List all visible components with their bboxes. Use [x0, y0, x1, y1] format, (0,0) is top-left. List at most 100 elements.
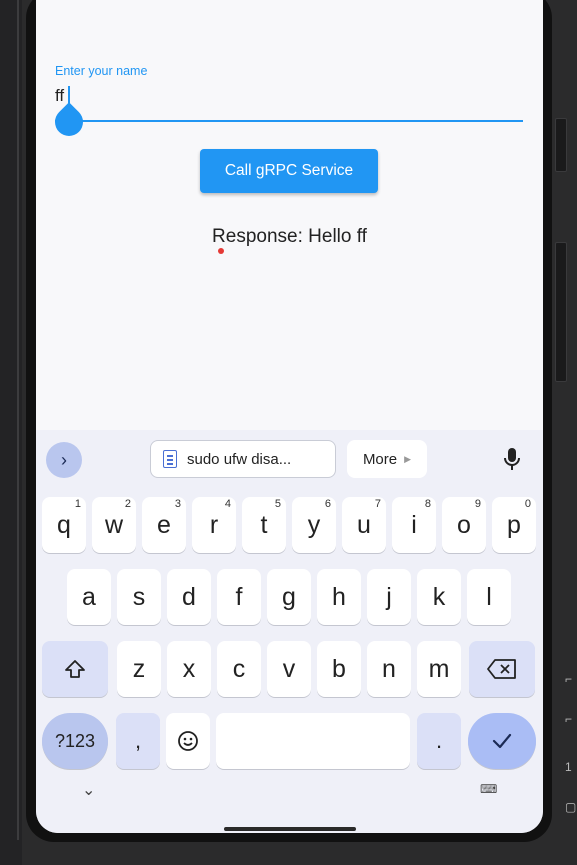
- key-label: q: [57, 510, 71, 539]
- space-key[interactable]: [216, 713, 410, 769]
- key-d[interactable]: d: [167, 569, 211, 625]
- check-icon: [492, 733, 512, 749]
- key-label: l: [486, 582, 492, 611]
- key-label: h: [332, 582, 346, 611]
- key-z[interactable]: z: [117, 641, 161, 697]
- chevron-right-icon[interactable]: ›: [46, 442, 82, 478]
- toolbar-icon[interactable]: ⌐: [565, 712, 577, 726]
- shift-icon: [65, 660, 85, 678]
- key-label: c: [232, 654, 246, 683]
- more-chip[interactable]: More ▶: [347, 440, 427, 478]
- key-label: b: [332, 654, 346, 683]
- key-e[interactable]: e3: [142, 497, 186, 553]
- call-grpc-button[interactable]: Call gRPC Service: [200, 149, 378, 193]
- key-label: a: [82, 582, 96, 611]
- key-label: z: [132, 654, 146, 683]
- name-input-underline: [55, 120, 523, 122]
- touch-indicator: [218, 248, 224, 254]
- key-label: g: [282, 582, 296, 611]
- mic-icon[interactable]: [500, 446, 524, 474]
- key-label: w: [104, 510, 124, 539]
- home-indicator[interactable]: [224, 827, 356, 831]
- clipboard-icon: [163, 450, 177, 468]
- key-number-hint: 4: [224, 498, 231, 510]
- backspace-icon: [487, 659, 516, 679]
- symbols-key[interactable]: ?123: [42, 713, 108, 769]
- comma-key[interactable]: ,: [116, 713, 160, 769]
- key-label: f: [235, 582, 243, 611]
- key-l[interactable]: l: [467, 569, 511, 625]
- volume-button[interactable]: [555, 118, 567, 172]
- key-label: r: [209, 510, 219, 539]
- key-number-hint: 3: [174, 498, 181, 510]
- key-w[interactable]: w2: [92, 497, 136, 553]
- more-label: More: [362, 450, 398, 468]
- chevron-right-icon: ▶: [404, 453, 412, 464]
- key-number-hint: 5: [274, 498, 281, 510]
- key-n[interactable]: n: [367, 641, 411, 697]
- key-number-hint: 6: [324, 498, 331, 510]
- shift-key[interactable]: [42, 641, 108, 697]
- clipboard-suggestion-chip[interactable]: sudo ufw disa...: [150, 440, 336, 478]
- emulator-frame-left: [0, 0, 22, 865]
- chevron-down-icon[interactable]: ⌄: [82, 780, 95, 800]
- key-label: s: [132, 582, 146, 611]
- key-o[interactable]: o9: [442, 497, 486, 553]
- key-label: e: [157, 510, 171, 539]
- emoji-icon: [178, 731, 198, 751]
- key-number-hint: 9: [474, 498, 481, 510]
- key-number-hint: 2: [124, 498, 131, 510]
- key-m[interactable]: m: [417, 641, 461, 697]
- key-label: o: [457, 510, 471, 539]
- toolbar-icon[interactable]: ▢: [565, 800, 577, 814]
- key-b[interactable]: b: [317, 641, 361, 697]
- key-r[interactable]: r4: [192, 497, 236, 553]
- toolbar-icon[interactable]: ⌐: [565, 672, 577, 686]
- key-label: i: [411, 510, 417, 539]
- soft-keyboard: › sudo ufw disa... More ▶ ?123 , . ⌄ ⌨ q…: [36, 430, 543, 833]
- response-text: Response: Hello ff: [212, 226, 367, 247]
- keyboard-icon[interactable]: ⌨: [480, 782, 498, 796]
- key-label: y: [307, 510, 321, 539]
- key-c[interactable]: c: [217, 641, 261, 697]
- key-f[interactable]: f: [217, 569, 261, 625]
- key-label: v: [282, 654, 296, 683]
- key-s[interactable]: s: [117, 569, 161, 625]
- enter-key[interactable]: [468, 713, 536, 769]
- key-number-hint: 8: [424, 498, 431, 510]
- key-h[interactable]: h: [317, 569, 361, 625]
- backspace-key[interactable]: [469, 641, 535, 697]
- key-k[interactable]: k: [417, 569, 461, 625]
- key-t[interactable]: t5: [242, 497, 286, 553]
- cursor-handle[interactable]: [49, 102, 89, 142]
- device-screen: Enter your name ff Call gRPC Service Res…: [36, 0, 543, 833]
- name-input[interactable]: ff: [55, 86, 64, 106]
- key-number-hint: 0: [524, 498, 531, 510]
- key-number-hint: 1: [74, 498, 81, 510]
- power-button[interactable]: [555, 242, 567, 382]
- key-p[interactable]: p0: [492, 497, 536, 553]
- key-a[interactable]: a: [67, 569, 111, 625]
- name-field-label: Enter your name: [55, 64, 148, 78]
- key-label: m: [428, 654, 450, 683]
- key-g[interactable]: g: [267, 569, 311, 625]
- key-label: d: [182, 582, 196, 611]
- key-label: j: [386, 582, 392, 611]
- toolbar-icon[interactable]: 1: [565, 760, 577, 774]
- key-x[interactable]: x: [167, 641, 211, 697]
- key-q[interactable]: q1: [42, 497, 86, 553]
- key-label: x: [182, 654, 196, 683]
- key-label: n: [382, 654, 396, 683]
- key-y[interactable]: y6: [292, 497, 336, 553]
- key-number-hint: 7: [374, 498, 381, 510]
- clipboard-suggestion-text: sudo ufw disa...: [187, 450, 292, 468]
- key-label: t: [260, 510, 268, 539]
- key-v[interactable]: v: [267, 641, 311, 697]
- emoji-key[interactable]: [166, 713, 210, 769]
- period-key[interactable]: .: [417, 713, 461, 769]
- key-j[interactable]: j: [367, 569, 411, 625]
- key-u[interactable]: u7: [342, 497, 386, 553]
- key-label: p: [507, 510, 521, 539]
- key-label: u: [357, 510, 371, 539]
- key-i[interactable]: i8: [392, 497, 436, 553]
